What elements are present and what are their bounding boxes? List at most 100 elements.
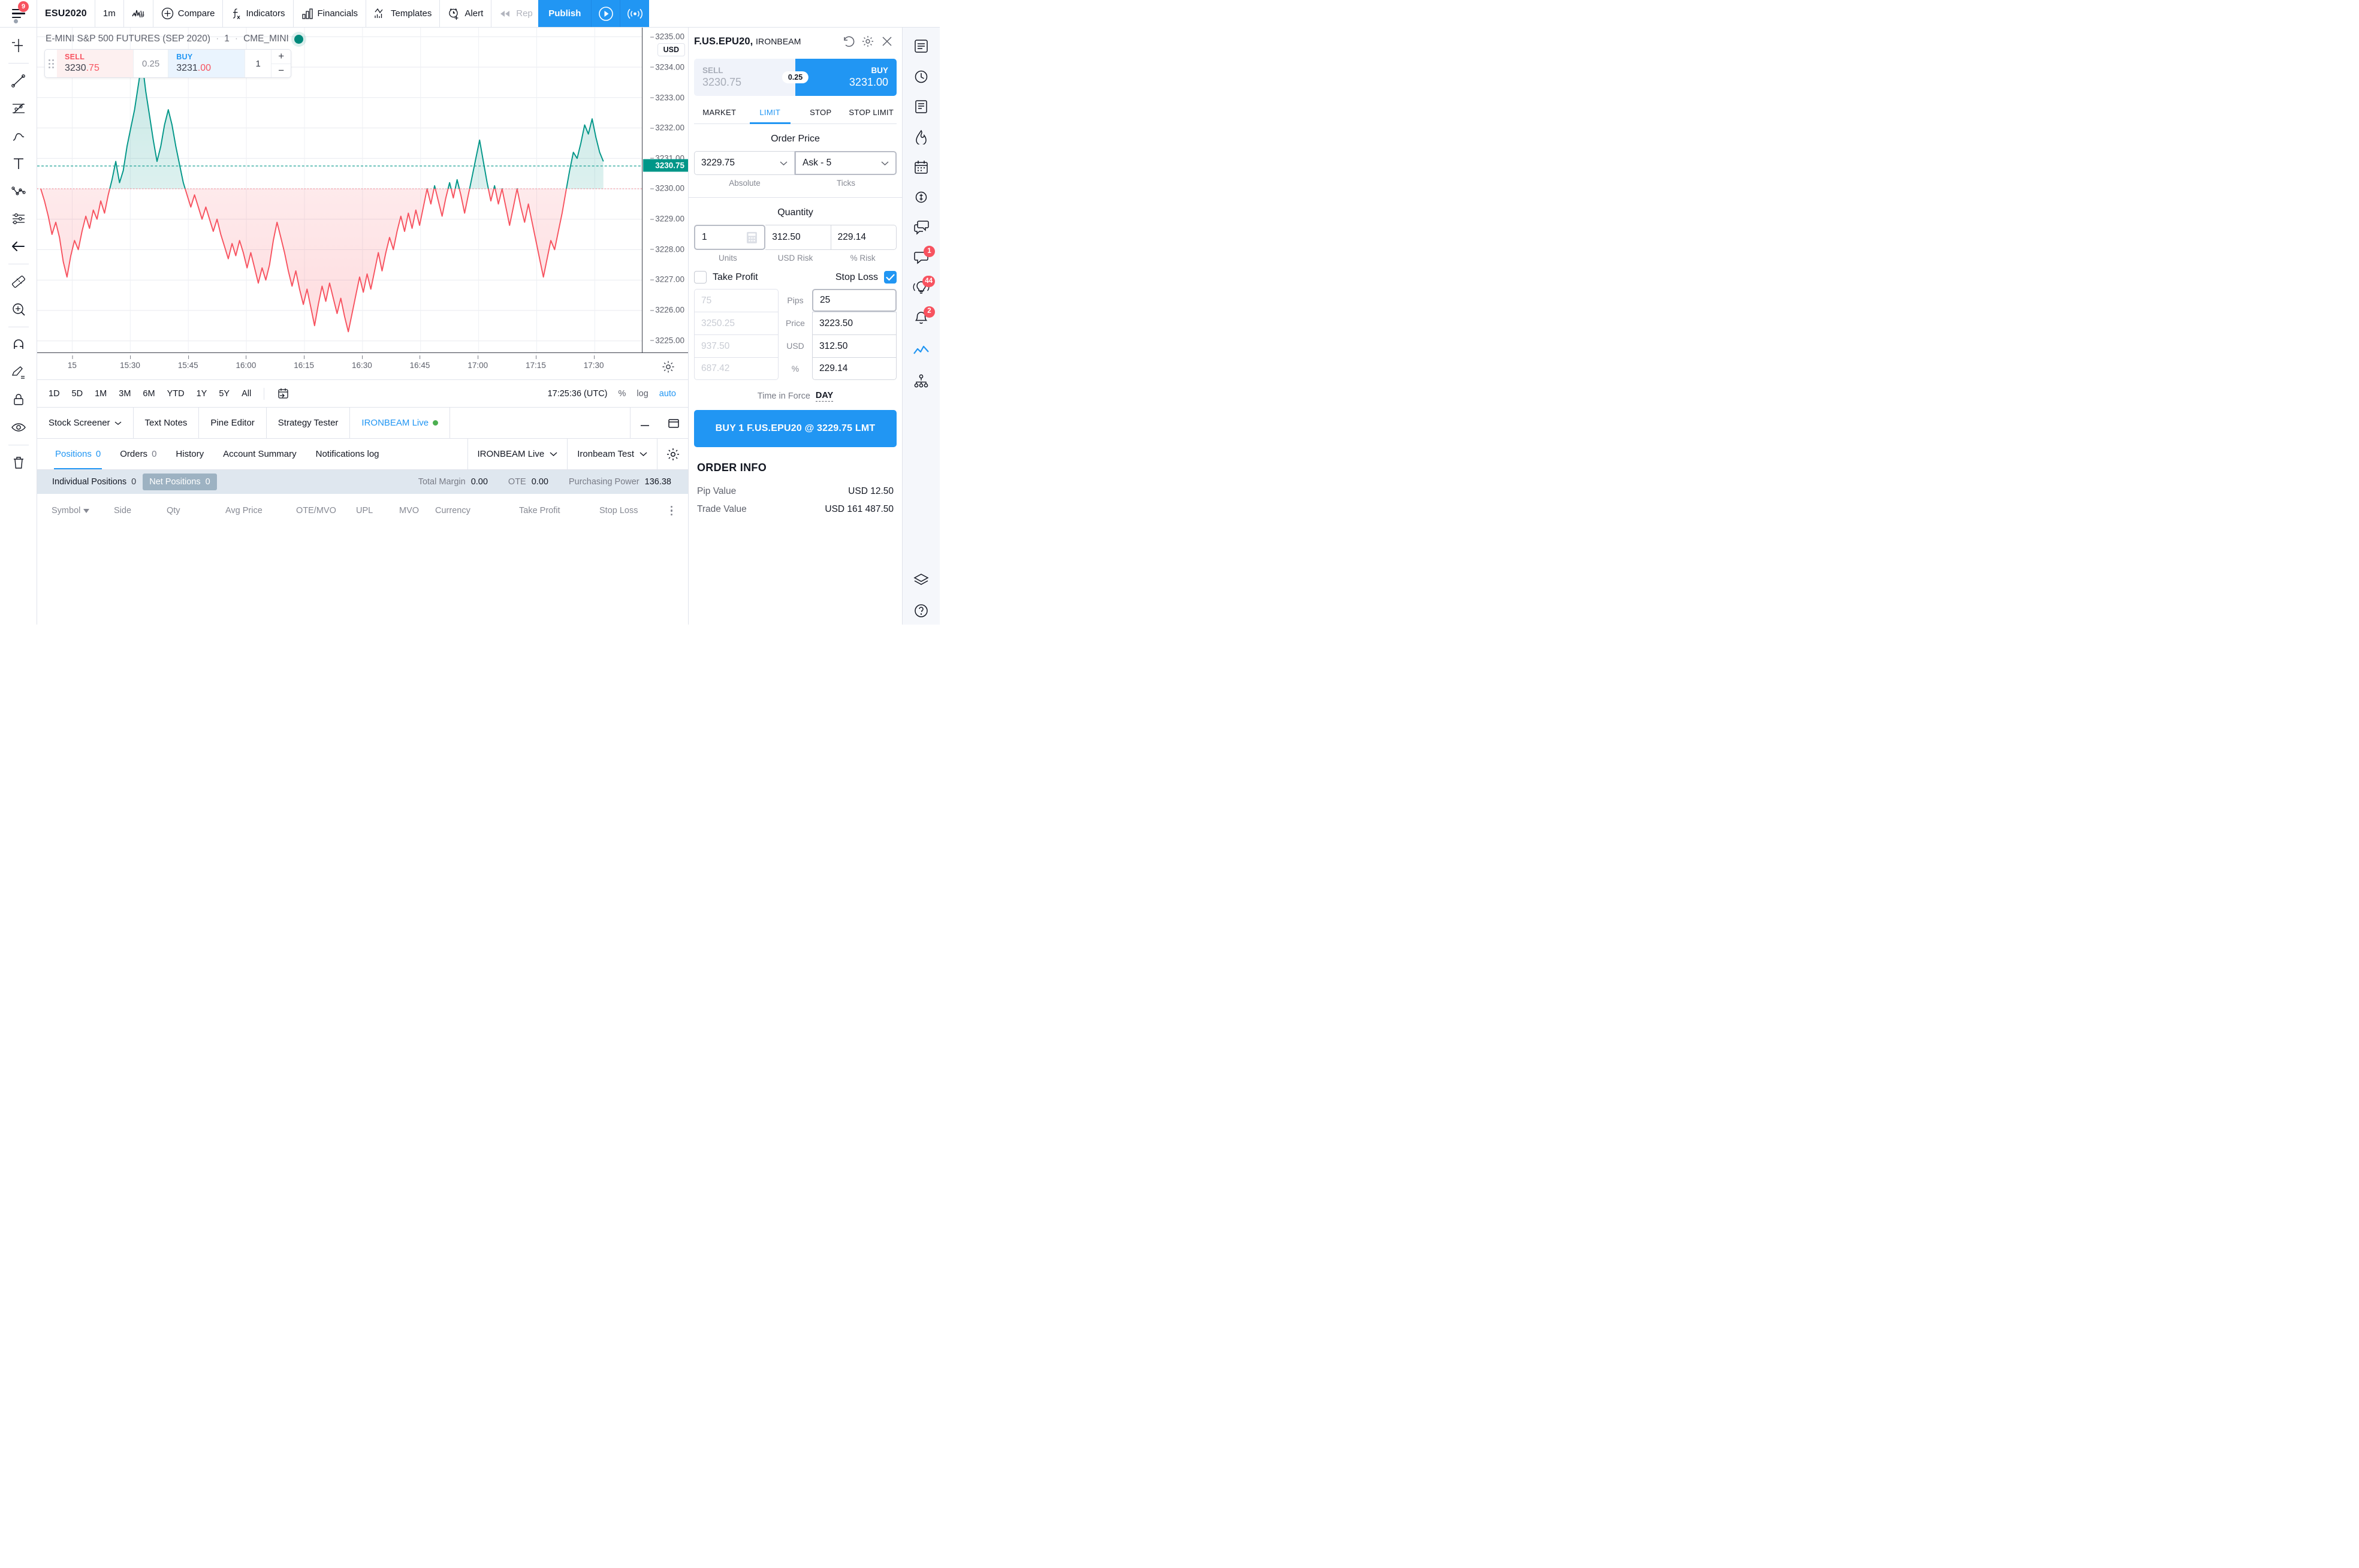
- ideas-chart-icon[interactable]: [907, 337, 935, 364]
- take-profit-%[interactable]: 687.42: [694, 357, 779, 380]
- financials-button[interactable]: Financials: [294, 0, 367, 27]
- templates-button[interactable]: Templates: [366, 0, 441, 27]
- maximize-panel-button[interactable]: [659, 408, 688, 438]
- auto-scale-button[interactable]: auto: [659, 389, 676, 399]
- compare-button[interactable]: Compare: [153, 0, 224, 27]
- timeframe-3M[interactable]: 3M: [113, 386, 136, 402]
- calendar-icon[interactable]: [907, 153, 935, 181]
- broadcast-button[interactable]: [620, 0, 650, 27]
- price-axis[interactable]: USD 3235.00 3234.00 3233.00 3232.00 3231.00 3…: [642, 28, 688, 379]
- chart-order-widget[interactable]: SELL 3230.75 0.25 BUY 3231.00 1 + −: [44, 49, 292, 78]
- replay-button[interactable]: Rep: [491, 0, 538, 27]
- tool-cross[interactable]: [5, 32, 32, 59]
- tool-lock[interactable]: [5, 387, 32, 413]
- ideas-stream-icon[interactable]: 44: [907, 274, 935, 301]
- tool-remove[interactable]: [5, 450, 32, 476]
- subtab-history[interactable]: History: [166, 439, 213, 469]
- private-chat-icon[interactable]: 1: [907, 244, 935, 272]
- stop-loss-pips[interactable]: 25: [812, 289, 897, 312]
- timeframe-1Y[interactable]: 1Y: [191, 386, 213, 402]
- timeframe-1D[interactable]: 1D: [43, 386, 65, 402]
- tool-draw-mode[interactable]: [5, 359, 32, 385]
- timeframe-5D[interactable]: 5D: [67, 386, 89, 402]
- take-profit-checkbox[interactable]: [694, 271, 707, 284]
- bottom-tab-pine-editor[interactable]: Pine Editor: [199, 408, 267, 438]
- column-header-ote-mvo[interactable]: OTE/MVO: [290, 506, 350, 515]
- individual-positions-chip[interactable]: Individual Positions 0: [46, 474, 143, 490]
- order-settings-button[interactable]: [861, 35, 874, 48]
- reset-order-button[interactable]: [842, 35, 855, 48]
- tool-magnet[interactable]: [5, 331, 32, 358]
- column-header-symbol[interactable]: Symbol: [46, 506, 108, 515]
- take-profit-usd[interactable]: 937.50: [694, 334, 779, 357]
- tool-forecast[interactable]: [5, 206, 32, 232]
- tool-text[interactable]: [5, 150, 32, 177]
- percent-scale-button[interactable]: %: [619, 389, 626, 399]
- tool-brush[interactable]: [5, 123, 32, 149]
- timeframe-YTD[interactable]: YTD: [162, 386, 190, 402]
- order-buy-button[interactable]: BUY 3231.00: [795, 59, 897, 96]
- tool-fib-retracement[interactable]: [5, 95, 32, 122]
- calculator-icon[interactable]: [746, 231, 758, 244]
- stop-loss-price[interactable]: 3223.50: [812, 312, 897, 334]
- timeframe-5Y[interactable]: 5Y: [213, 386, 235, 402]
- help-icon[interactable]: [907, 597, 935, 625]
- play-button[interactable]: [592, 0, 621, 27]
- column-header-avg-price[interactable]: Avg Price: [219, 506, 290, 515]
- usd-risk-value-box[interactable]: 312.50: [765, 225, 831, 250]
- minimize-panel-button[interactable]: [631, 408, 659, 438]
- order-type-stop-limit[interactable]: STOP LIMIT: [846, 102, 897, 123]
- tool-trend-line[interactable]: [5, 68, 32, 94]
- order-type-limit[interactable]: LIMIT: [745, 102, 796, 124]
- tool-patterns[interactable]: [5, 178, 32, 204]
- chart-style-button[interactable]: [124, 0, 153, 27]
- timeframe-6M[interactable]: 6M: [137, 386, 160, 402]
- stop-loss-%[interactable]: 229.14: [812, 357, 897, 380]
- alerts-history-icon[interactable]: [907, 62, 935, 90]
- publish-button[interactable]: Publish: [538, 0, 592, 27]
- account-settings-button[interactable]: [657, 439, 688, 469]
- interval-button[interactable]: 1m: [95, 0, 124, 27]
- goto-date-button[interactable]: [272, 384, 295, 403]
- object-tree-icon[interactable]: [907, 367, 935, 394]
- trading-panel-icon[interactable]: [907, 183, 935, 211]
- chart-buy-button[interactable]: BUY 3231.00: [168, 50, 246, 77]
- close-panel-button[interactable]: [880, 35, 894, 48]
- bottom-tab-stock-screener[interactable]: Stock Screener: [37, 408, 134, 438]
- take-profit-pips[interactable]: 75: [694, 289, 779, 312]
- order-sell-button[interactable]: SELL 3230.75: [694, 59, 795, 96]
- column-header-upl[interactable]: UPL: [350, 506, 393, 515]
- broker-select[interactable]: IRONBEAM Live: [467, 439, 568, 469]
- tool-zoom-in[interactable]: [5, 296, 32, 322]
- column-header-take-profit[interactable]: Take Profit: [513, 506, 593, 515]
- net-positions-chip[interactable]: Net Positions 0: [143, 474, 217, 490]
- column-header-currency[interactable]: Currency: [429, 506, 513, 515]
- layers-icon[interactable]: [907, 566, 935, 594]
- bottom-tab-text-notes[interactable]: Text Notes: [134, 408, 200, 438]
- qty-increase-button[interactable]: +: [272, 50, 291, 64]
- chart-settings-icon[interactable]: [662, 360, 675, 373]
- tool-visibility[interactable]: [5, 414, 32, 441]
- qty-decrease-button[interactable]: −: [272, 64, 291, 78]
- watchlist-icon[interactable]: [907, 32, 935, 60]
- time-axis[interactable]: 15 15:30 15:45 16:00 16:15 16:30 16:45 17:00 17:…: [37, 352, 688, 379]
- main-menu-button[interactable]: 9: [0, 0, 37, 27]
- timeframe-All[interactable]: All: [236, 386, 257, 402]
- public-chat-icon[interactable]: [907, 213, 935, 241]
- chart-sell-button[interactable]: SELL 3230.75: [57, 50, 134, 77]
- quantity-units-input[interactable]: 1: [694, 225, 766, 250]
- alert-button[interactable]: Alert: [440, 0, 492, 27]
- take-profit-price[interactable]: 3250.25: [694, 312, 779, 334]
- indicators-button[interactable]: Indicators: [223, 0, 294, 27]
- timeframe-1M[interactable]: 1M: [89, 386, 112, 402]
- chart-area[interactable]: E-MINI S&P 500 FUTURES (SEP 2020) · 1 · …: [37, 28, 688, 379]
- bottom-tab-ironbeam-live[interactable]: IRONBEAM Live: [350, 408, 451, 438]
- stop-loss-usd[interactable]: 312.50: [812, 334, 897, 357]
- chart-qty-value[interactable]: 1: [245, 50, 272, 77]
- order-ticks-select[interactable]: Ask - 5: [795, 151, 897, 175]
- order-price-input[interactable]: 3229.75: [694, 151, 795, 175]
- column-header-side[interactable]: Side: [108, 506, 161, 515]
- subtab-positions[interactable]: Positions 0: [46, 439, 110, 469]
- tif-value[interactable]: DAY: [815, 391, 834, 402]
- pct-risk-value-box[interactable]: 229.14: [831, 225, 897, 250]
